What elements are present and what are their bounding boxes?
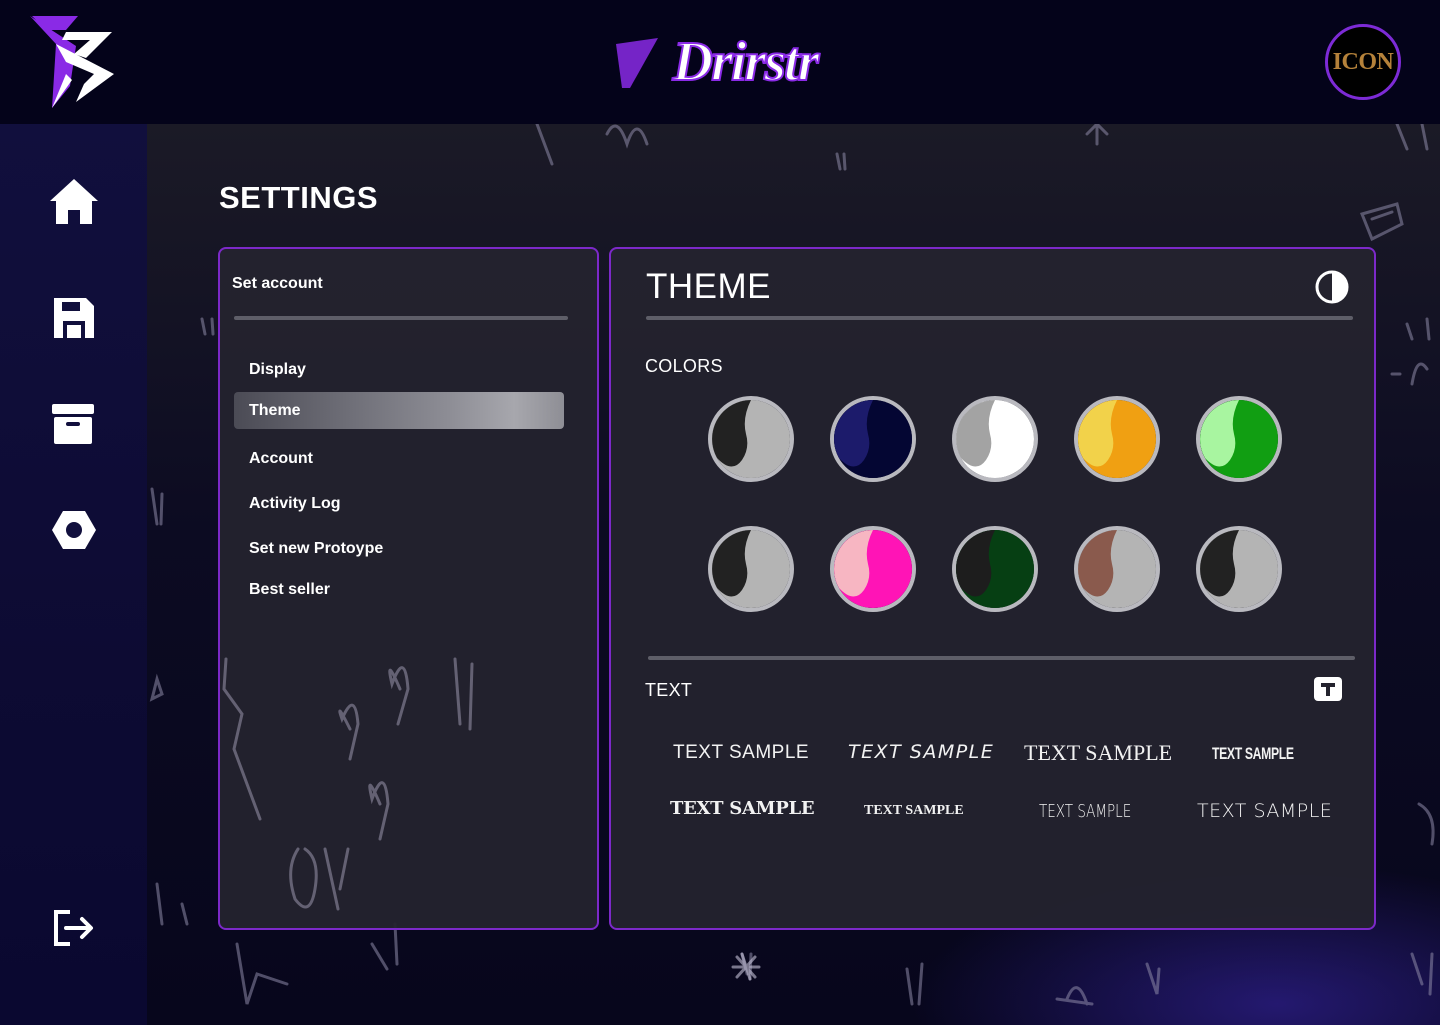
menu-item-set-new-prototype[interactable]: Set new Protoype <box>234 530 564 567</box>
settings-icon[interactable] <box>48 504 100 556</box>
text-sample-serif[interactable]: TEXT SAMPLE <box>1024 740 1172 766</box>
menu-item-activity-log[interactable]: Activity Log <box>234 485 564 522</box>
menu-item-account[interactable]: Account <box>234 440 564 477</box>
theme-title: THEME <box>646 267 771 306</box>
contrast-icon[interactable] <box>1315 270 1349 304</box>
text-sample-light[interactable]: TEXT SAMPLE <box>1197 800 1332 822</box>
color-swatch-grey-white[interactable] <box>952 396 1038 482</box>
svg-text:Drirstr: Drirstr <box>672 31 821 93</box>
settings-menu-heading: Set account <box>232 275 323 292</box>
save-icon[interactable] <box>48 292 100 344</box>
text-sample-display[interactable]: TEXT SAMPLE <box>670 798 815 819</box>
user-avatar[interactable]: ICON <box>1325 24 1401 100</box>
text-sample-small-serif[interactable]: TEXT SAMPLE <box>864 803 964 819</box>
archive-icon[interactable] <box>48 398 100 450</box>
color-swatch-black-grey-3[interactable] <box>1196 526 1282 612</box>
divider <box>648 656 1355 660</box>
color-swatch-yellow-orange[interactable] <box>1074 396 1160 482</box>
text-label: TEXT <box>645 680 693 700</box>
settings-menu-panel: Set account Display Theme Account Activi… <box>218 247 599 930</box>
color-swatch-pink-magenta[interactable] <box>830 526 916 612</box>
brand-logo-icon[interactable] <box>26 14 118 108</box>
sidebar <box>0 124 147 1025</box>
divider <box>234 316 568 320</box>
color-swatch-black-darkgreen[interactable] <box>952 526 1038 612</box>
text-format-icon[interactable] <box>1313 676 1343 702</box>
menu-item-theme[interactable]: Theme <box>234 392 564 429</box>
color-swatch-mint-green[interactable] <box>1196 396 1282 482</box>
text-sample-italic[interactable]: TEXT SAMPLE <box>848 741 994 763</box>
home-icon[interactable] <box>48 176 100 228</box>
text-sample-condensed[interactable]: TEXT SAMPLE <box>1212 744 1294 764</box>
text-sample-narrow[interactable]: TEXT SAMPLE <box>1039 801 1131 822</box>
divider <box>646 316 1353 320</box>
text-sample-sans[interactable]: TEXT SAMPLE <box>673 742 809 764</box>
avatar-text: ICON <box>1332 48 1394 75</box>
brand-wordmark[interactable]: Drirstr <box>612 30 878 96</box>
color-swatch-navy[interactable] <box>830 396 916 482</box>
doodle-decoration <box>222 657 474 911</box>
menu-item-best-seller[interactable]: Best seller <box>234 571 564 608</box>
theme-panel: THEME COLORS TEXT TEXT SAMPLE TEXT SAMPL… <box>609 247 1376 930</box>
color-swatch-black-grey[interactable] <box>708 396 794 482</box>
colors-label: COLORS <box>645 356 723 376</box>
top-bar: Drirstr ICON <box>0 0 1440 124</box>
menu-item-display[interactable]: Display <box>234 351 564 388</box>
page-title: SETTINGS <box>219 180 379 215</box>
logout-icon[interactable] <box>48 902 100 954</box>
color-swatch-black-grey-2[interactable] <box>708 526 794 612</box>
color-swatch-brown-grey[interactable] <box>1074 526 1160 612</box>
